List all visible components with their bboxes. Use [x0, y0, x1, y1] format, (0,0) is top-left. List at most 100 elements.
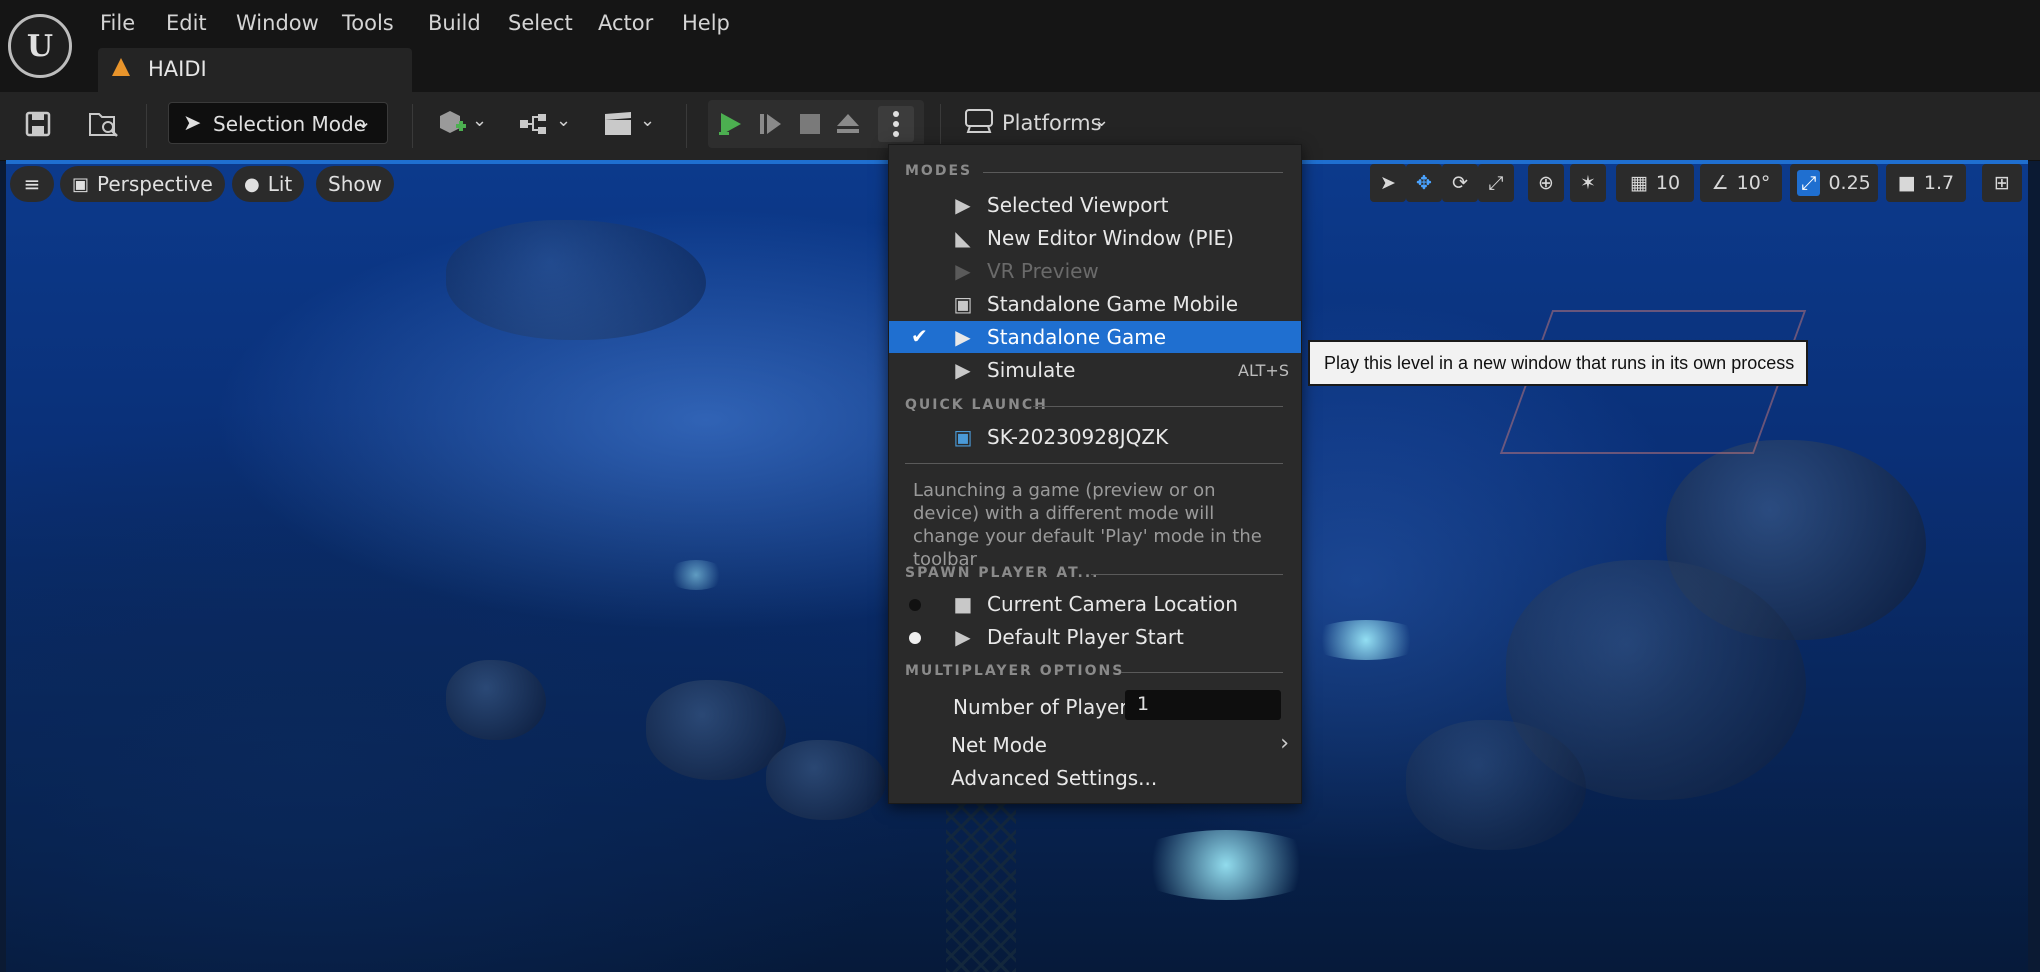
chevron-down-icon: ⌄: [1094, 110, 1110, 131]
sphere-icon: ●: [244, 173, 260, 195]
blueprints-icon[interactable]: [516, 106, 552, 142]
chevron-down-icon[interactable]: ⌄: [640, 110, 655, 131]
spawn-header: SPAWN PLAYER AT...: [905, 565, 1100, 581]
save-icon[interactable]: [20, 106, 56, 142]
play-options-icon[interactable]: [878, 106, 914, 142]
mode-label: Selected Viewport: [987, 193, 1169, 217]
scale-snap-button[interactable]: ⤢ 0.25: [1790, 164, 1878, 202]
menu-build[interactable]: Build: [428, 10, 481, 36]
play-icon: ▶: [955, 193, 971, 217]
lit-button[interactable]: ● Lit: [232, 166, 305, 202]
multiplayer-header: MULTIPLAYER OPTIONS: [905, 663, 1125, 679]
viewport-layout-icon[interactable]: ⊞: [1982, 164, 2022, 202]
play-controls: [708, 100, 924, 148]
mode-new-editor-window[interactable]: ◣ New Editor Window (PIE): [889, 222, 1301, 254]
rotate-tool-icon[interactable]: ⟳: [1442, 164, 1478, 202]
add-actor-icon[interactable]: [434, 106, 470, 142]
rotation-snap-value: 10°: [1736, 172, 1771, 194]
quick-launch-device[interactable]: ▣ SK-20230928JQZK: [889, 421, 1301, 453]
menu-file[interactable]: File: [100, 10, 135, 36]
advanced-settings[interactable]: Advanced Settings...: [889, 762, 1301, 794]
device-icon: ▣: [953, 425, 973, 449]
menu-bar: U File Edit Window Tools Build Select Ac…: [0, 0, 2040, 92]
mode-vr-preview: ▶ VR Preview: [889, 255, 1301, 287]
world-local-icon[interactable]: ⊕: [1528, 164, 1564, 202]
player-start-icon: ▶: [955, 625, 971, 649]
cursor-icon: ➤: [183, 111, 202, 136]
mode-standalone-game[interactable]: ✔ ▶ Standalone Game: [889, 321, 1301, 353]
warning-icon: [112, 58, 130, 76]
menu-edit[interactable]: Edit: [166, 10, 207, 36]
chevron-down-icon[interactable]: ⌄: [472, 110, 487, 131]
menu-help[interactable]: Help: [682, 10, 730, 36]
play-options-menu: MODES ▶ Selected Viewport ◣ New Editor W…: [888, 144, 1302, 804]
checkmark-icon: ✔: [911, 324, 928, 348]
scale-tool-icon[interactable]: ⤢: [1478, 164, 1514, 202]
net-mode-label: Net Mode: [951, 733, 1047, 757]
stop-icon[interactable]: [792, 106, 828, 142]
camera-speed-value: 1.7: [1923, 172, 1955, 194]
camera-speed-button[interactable]: ■ 1.7: [1886, 164, 1966, 202]
spawn-label: Default Player Start: [987, 625, 1184, 649]
chevron-right-icon: ›: [1280, 731, 1289, 756]
play-icon[interactable]: [712, 106, 748, 142]
radio-unselected[interactable]: [909, 599, 921, 611]
show-button[interactable]: Show: [316, 166, 394, 202]
advanced-settings-label: Advanced Settings...: [951, 766, 1158, 790]
step-forward-icon[interactable]: [752, 106, 788, 142]
rock: [1406, 720, 1586, 850]
menu-window[interactable]: Window: [236, 10, 319, 36]
grid-snap-button[interactable]: ▦ 10: [1616, 164, 1694, 202]
spawn-current-camera[interactable]: ■ Current Camera Location: [889, 588, 1301, 620]
mode-standalone-mobile[interactable]: ▣ Standalone Game Mobile: [889, 288, 1301, 320]
rock: [646, 680, 786, 780]
rotation-snap-button[interactable]: ∠ 10°: [1700, 164, 1782, 202]
selection-mode-dropdown[interactable]: ➤ Selection Mode ⌄: [168, 102, 388, 144]
unreal-logo-icon[interactable]: U: [8, 14, 72, 78]
gamepad-icon: [964, 108, 994, 141]
cube-icon: ▣: [72, 173, 90, 195]
vr-icon: ▶: [955, 259, 971, 283]
grid-icon: ▦: [1629, 172, 1648, 194]
num-players-input[interactable]: 1: [1125, 690, 1281, 720]
perspective-label: Perspective: [97, 172, 213, 196]
tooltip-text: Play this level in a new window that run…: [1324, 352, 1795, 373]
menu-tools[interactable]: Tools: [342, 10, 394, 36]
chevron-down-icon: ⌄: [355, 109, 372, 133]
mobile-icon: ▣: [953, 292, 973, 316]
content-browser-icon[interactable]: [86, 106, 122, 142]
level-tab[interactable]: HAIDI: [98, 48, 412, 92]
chevron-down-icon[interactable]: ⌄: [556, 110, 571, 131]
angle-icon: ∠: [1711, 172, 1729, 194]
quick-launch-header: QUICK LAUNCH: [905, 397, 1048, 413]
mode-selected-viewport[interactable]: ▶ Selected Viewport: [889, 189, 1301, 221]
mode-label: New Editor Window (PIE): [987, 226, 1234, 250]
light-glow: [666, 560, 726, 590]
modes-header: MODES: [905, 163, 973, 179]
device-label: SK-20230928JQZK: [987, 425, 1169, 449]
cinematics-icon[interactable]: [600, 106, 636, 142]
select-tool-icon[interactable]: ➤: [1370, 164, 1406, 202]
radio-selected[interactable]: [909, 632, 921, 644]
light-glow: [1126, 830, 1326, 900]
shortcut-label: ALT+S: [1238, 361, 1289, 380]
mode-label: Simulate: [987, 358, 1076, 382]
viewport-menu-icon[interactable]: ≡: [10, 166, 54, 202]
translate-tool-icon[interactable]: ✥: [1406, 164, 1442, 202]
tooltip: Play this level in a new window that run…: [1308, 340, 1808, 386]
grid-snap-value: 10: [1655, 172, 1681, 194]
net-mode-submenu[interactable]: Net Mode ›: [889, 729, 1301, 761]
menu-actor[interactable]: Actor: [598, 10, 653, 36]
menu-select[interactable]: Select: [508, 10, 573, 36]
surface-snap-icon[interactable]: ✶: [1570, 164, 1606, 202]
light-glow: [1306, 620, 1426, 660]
editor-window-icon: ◣: [955, 226, 971, 250]
show-label: Show: [328, 172, 382, 196]
spawn-default-player-start[interactable]: ▶ Default Player Start: [889, 621, 1301, 653]
perspective-button[interactable]: ▣ Perspective: [60, 166, 225, 202]
mode-label: VR Preview: [987, 259, 1099, 283]
eject-icon[interactable]: [830, 106, 866, 142]
simulate-icon: ▶: [955, 358, 971, 382]
mode-simulate[interactable]: ▶ Simulate ALT+S: [889, 354, 1301, 386]
spawn-label: Current Camera Location: [987, 592, 1238, 616]
